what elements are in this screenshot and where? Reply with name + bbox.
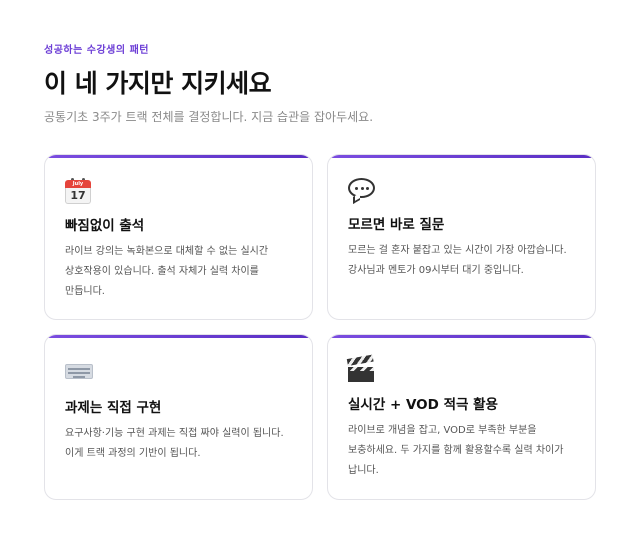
speech-bubble-icon xyxy=(348,177,378,205)
pattern-card-grid: July 17 빠짐없이 출석 라이브 강의는 녹화본으로 대체할 수 없는 실… xyxy=(44,154,596,500)
calendar-day-label: 17 xyxy=(65,188,91,204)
card-title: 과제는 직접 구현 xyxy=(65,400,162,416)
clapperboard-icon xyxy=(346,354,378,385)
section-subtitle: 공통기초 3주가 트랙 전체를 결정합니다. 지금 습관을 잡아두세요. xyxy=(44,110,374,124)
calendar-icon: July 17 xyxy=(65,178,95,206)
keyboard-icon xyxy=(65,360,95,388)
pattern-card-live-vod: 실시간 + VOD 적극 활용 라이브로 개념을 잡고, VOD로 부족한 부분… xyxy=(327,334,596,500)
calendar-month-label: July xyxy=(65,180,91,188)
pattern-card-attendance: July 17 빠짐없이 출석 라이브 강의는 녹화본으로 대체할 수 없는 실… xyxy=(44,154,313,320)
section-title: 이 네 가지만 지키세요 xyxy=(44,69,272,98)
card-description: 라이브로 개념을 잡고, VOD로 부족한 부분을 보충하세요. 두 가지를 함… xyxy=(348,425,564,476)
pattern-card-implement: 과제는 직접 구현 요구사항·기능 구현 과제는 직접 짜야 실력이 됩니다. … xyxy=(44,334,313,500)
card-title: 모르면 바로 질문 xyxy=(348,217,445,233)
card-description: 라이브 강의는 녹화본으로 대체할 수 없는 실시간 상호작용이 있습니다. 출… xyxy=(65,246,269,297)
card-description: 요구사항·기능 구현 과제는 직접 짜야 실력이 됩니다. 이게 트랙 과정의 … xyxy=(65,428,284,459)
section-eyebrow: 성공하는 수강생의 패턴 xyxy=(44,45,149,56)
card-title: 빠짐없이 출석 xyxy=(65,218,145,234)
card-description: 모르는 걸 혼자 붙잡고 있는 시간이 가장 아깝습니다. 강사님과 멘토가 0… xyxy=(348,245,567,276)
patterns-section: 성공하는 수강생의 패턴 이 네 가지만 지키세요 공통기초 3주가 트랙 전체… xyxy=(0,0,640,545)
card-title: 실시간 + VOD 적극 활용 xyxy=(348,397,498,413)
pattern-card-ask-questions: 모르면 바로 질문 모르는 걸 혼자 붙잡고 있는 시간이 가장 아깝습니다. … xyxy=(327,154,596,320)
